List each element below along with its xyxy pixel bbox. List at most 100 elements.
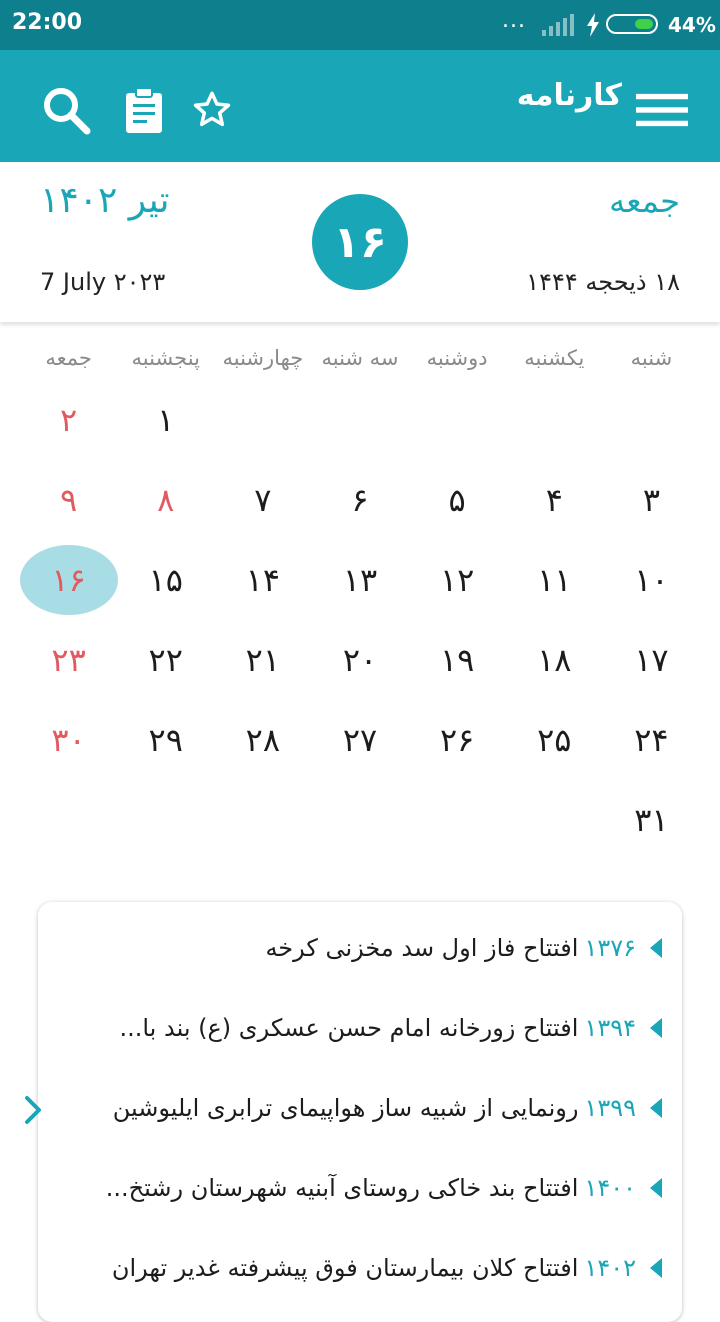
calendar-day <box>214 380 311 460</box>
calendar-row: ۱۰ ۱۱ ۱۲ ۱۳ ۱۴ ۱۵ ۱۶ <box>19 540 700 620</box>
calendar-day[interactable]: ۱۳ <box>311 540 408 620</box>
calendar-row: ۱۲ <box>20 380 700 460</box>
calendar-row: ۱۷ ۱۸ ۱۹ ۲۰ ۲۱ ۲۲ ۲۳ <box>20 620 700 700</box>
calendar-day-number: ۴ <box>545 481 563 519</box>
calendar-day[interactable]: ۱۰ <box>603 540 700 620</box>
calendar-day-number: ۱۱ <box>537 561 572 599</box>
weekday-label: یکشنبه <box>524 346 585 370</box>
calendar-day[interactable]: ۱۹ <box>409 620 506 700</box>
calendar-day[interactable]: ۴ <box>506 460 603 540</box>
events-card: ۱۳۷۶ افتتاح فاز اول سد مخزنی کرخه ۱۳۹۴ ا… <box>38 902 682 1322</box>
calendar-day[interactable]: ۶ <box>311 460 408 540</box>
calendar-day <box>506 780 603 860</box>
battery-icon <box>606 14 658 34</box>
calendar-day[interactable]: ۲ <box>20 380 117 460</box>
event-year: ۱۴۰۲ <box>584 1254 636 1282</box>
calendar-day[interactable]: ۱۸ <box>506 620 603 700</box>
event-item[interactable]: ۱۴۰۲ افتتاح کلان بیمارستان فوق پیشرفته غ… <box>62 1246 662 1290</box>
app-bar: کارنامه <box>0 50 720 162</box>
search-icon[interactable] <box>40 84 92 136</box>
chevron-right-icon[interactable] <box>22 1094 44 1126</box>
calendar-day[interactable]: ۱۷ <box>603 620 700 700</box>
calendar-day-number: ۲ <box>59 401 78 439</box>
calendar-day[interactable]: ۲۳ <box>20 620 117 700</box>
calendar-day[interactable]: ۳ <box>603 460 700 540</box>
calendar-day <box>603 380 700 460</box>
calendar-day-number: ۱۴ <box>245 561 281 599</box>
calendar-day[interactable]: ۲۵ <box>506 700 603 780</box>
event-item[interactable]: ۱۳۹۴ افتتاح زورخانه امام حسن عسکری (ع) ب… <box>62 1006 662 1050</box>
calendar-day-number: ۳۱ <box>634 801 669 839</box>
bullet-icon <box>650 938 662 958</box>
calendar-day-number: ۱۲ <box>439 561 475 599</box>
calendar-day-number: ۱۹ <box>439 641 475 679</box>
calendar-day <box>311 780 408 860</box>
calendar-day <box>409 780 506 860</box>
calendar-day-number: ۳۰ <box>51 721 86 759</box>
calendar-day[interactable]: ۲۴ <box>603 700 700 780</box>
calendar-day[interactable]: ۲۸ <box>214 700 311 780</box>
event-year: ۱۳۹۴ <box>584 1014 636 1042</box>
calendar-row: ۲۴ ۲۵ ۲۶ ۲۷ ۲۸ ۲۹ ۳۰ <box>20 700 700 780</box>
charging-icon <box>587 13 599 37</box>
status-time: 22:00 <box>12 10 83 35</box>
event-item[interactable]: ۱۳۹۹ رونمایی از شبیه ساز هواپیمای ترابری… <box>62 1086 662 1130</box>
calendar-day[interactable]: ۲۶ <box>409 700 506 780</box>
calendar-day[interactable]: ۳۱ <box>603 780 700 860</box>
weekday-header: شنبه یکشنبه دوشنبه سه شنبه چهارشنبه پنجش… <box>20 346 700 378</box>
calendar-day-number: ۱۵ <box>148 561 183 599</box>
event-year: ۱۳۷۶ <box>584 934 636 962</box>
calendar-day-number: ۲۴ <box>634 721 669 759</box>
calendar-day-number: ۲۸ <box>245 721 281 759</box>
battery-percent: 44% <box>668 13 716 37</box>
calendar-day[interactable]: ۷ <box>214 460 311 540</box>
event-text: افتتاح بند خاکی روستای آبنیه شهرستان رشت… <box>105 1174 579 1202</box>
weekday-label: شنبه <box>630 346 673 370</box>
signal-icon <box>542 14 574 36</box>
calendar-day-number: ۲۱ <box>245 641 281 679</box>
calendar-day[interactable]: ۲۱ <box>214 620 311 700</box>
calendar-day[interactable]: ۲۲ <box>117 620 214 700</box>
calendar-day[interactable]: ۱۵ <box>117 540 214 620</box>
app-title: کارنامه <box>516 78 622 113</box>
calendar-day-today[interactable]: ۱۶ <box>19 540 118 620</box>
calendar-day[interactable]: ۳۰ <box>20 700 117 780</box>
calendar-day-number: ۱۰ <box>634 561 669 599</box>
calendar-day-number: ۷ <box>254 481 272 519</box>
calendar-day[interactable]: ۲۹ <box>117 700 214 780</box>
calendar-day-number: ۲۳ <box>51 641 86 679</box>
event-text: رونمایی از شبیه ساز هواپیمای ترابری ایلی… <box>112 1094 579 1122</box>
calendar-day <box>117 780 214 860</box>
calendar-day-number: ۲۰ <box>342 641 378 679</box>
calendar-day-number: ۲۹ <box>148 721 183 759</box>
selected-day-badge[interactable]: ۱۶ <box>312 194 408 290</box>
calendar-day[interactable]: ۱ <box>117 380 214 460</box>
month-year[interactable]: تیر ۱۴۰۲ <box>40 180 170 221</box>
event-item[interactable]: ۱۳۷۶ افتتاح فاز اول سد مخزنی کرخه <box>62 926 662 970</box>
calendar-grid: ۱ ۲ ۳ ۴ ۵ ۶ ۷ ۸ ۹ ۱۰ ۱۱ ۱۲ ۱۳ ۱۴ ۱۵ ۱۶ ۱۷ ۱۸ ۱۹ ۲۰ ۲۱ ۲۲ ۲۳ ۲۴ ۲… <box>19 380 700 860</box>
calendar-day <box>409 380 506 460</box>
event-item[interactable]: ۱۴۰۰ افتتاح بند خاکی روستای آبنیه شهرستا… <box>62 1166 662 1210</box>
hijri-date: ۱۸ ذیحجه ۱۴۴۴ <box>526 268 680 296</box>
calendar-day-number: ۱۸ <box>537 641 572 679</box>
calendar-day[interactable]: ۱۲ <box>409 540 506 620</box>
menu-icon[interactable] <box>636 84 688 136</box>
bullet-icon <box>650 1098 662 1118</box>
calendar-day[interactable]: ۵ <box>409 460 506 540</box>
calendar-day[interactable]: ۸ <box>117 460 214 540</box>
calendar-day <box>311 380 408 460</box>
bullet-icon <box>650 1018 662 1038</box>
star-icon[interactable] <box>186 84 238 136</box>
event-text: افتتاح زورخانه امام حسن عسکری (ع) بند با… <box>119 1014 579 1042</box>
calendar-day-number: ۸ <box>157 481 175 519</box>
calendar-day[interactable]: ۲۷ <box>311 700 408 780</box>
calendar-day[interactable]: ۱۱ <box>506 540 603 620</box>
weekday-label: دوشنبه <box>426 346 488 370</box>
calendar-day <box>214 780 311 860</box>
clipboard-icon[interactable] <box>118 84 170 136</box>
calendar-day[interactable]: ۲۰ <box>311 620 408 700</box>
calendar-day-number: ۳ <box>642 481 661 519</box>
event-text: افتتاح کلان بیمارستان فوق پیشرفته غدیر ت… <box>111 1254 579 1282</box>
calendar-day[interactable]: ۹ <box>20 460 117 540</box>
calendar-day[interactable]: ۱۴ <box>214 540 311 620</box>
